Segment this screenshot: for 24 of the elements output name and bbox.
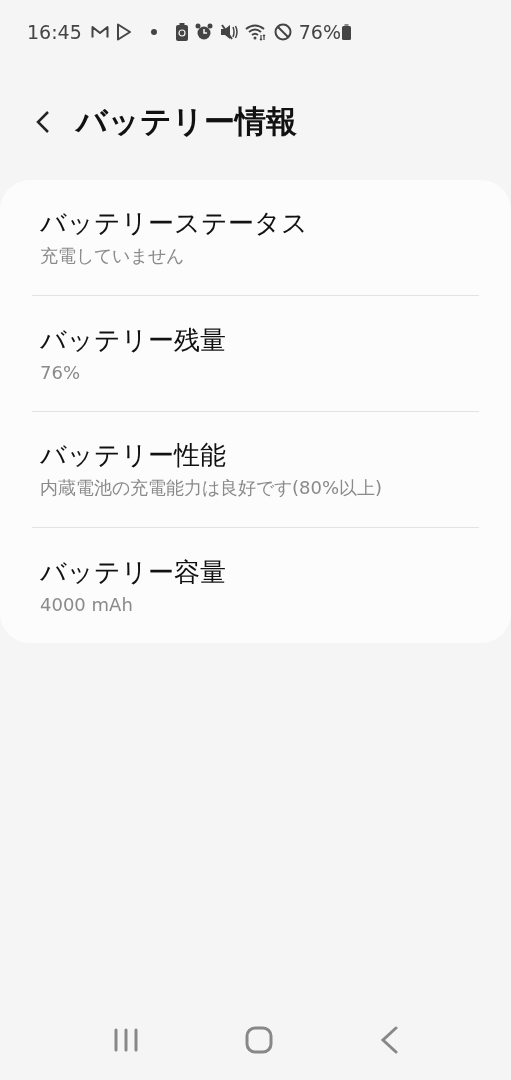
battery-percentage: 76% [298, 21, 341, 43]
item-title: バッテリー容量 [40, 556, 227, 590]
dot-icon [150, 29, 157, 35]
recent-apps-button[interactable] [113, 1028, 140, 1052]
item-value: 内蔵電池の充電能力は良好です(80%以上) [40, 476, 384, 501]
do-not-disturb-icon [273, 23, 292, 41]
item-title: バッテリー性能 [40, 438, 227, 472]
item-title: バッテリーステータス [40, 206, 309, 240]
battery-saver-icon [175, 23, 188, 41]
home-button[interactable] [245, 1026, 274, 1054]
back-nav-button[interactable] [379, 1026, 398, 1054]
play-icon [115, 23, 132, 41]
alarm-icon [194, 23, 213, 41]
item-value: 76% [40, 361, 81, 383]
back-button[interactable] [36, 110, 50, 134]
mail-icon [90, 25, 109, 39]
item-value: 充電していません [40, 244, 185, 269]
page-title: バッテリー情報 [76, 102, 297, 141]
status-time: 16:45 [27, 21, 82, 43]
mute-icon [219, 23, 238, 41]
item-value: 4000 mAh [40, 593, 134, 615]
battery-icon [342, 24, 351, 40]
item-title: バッテリー残量 [40, 324, 227, 358]
wifi-icon [244, 23, 267, 41]
